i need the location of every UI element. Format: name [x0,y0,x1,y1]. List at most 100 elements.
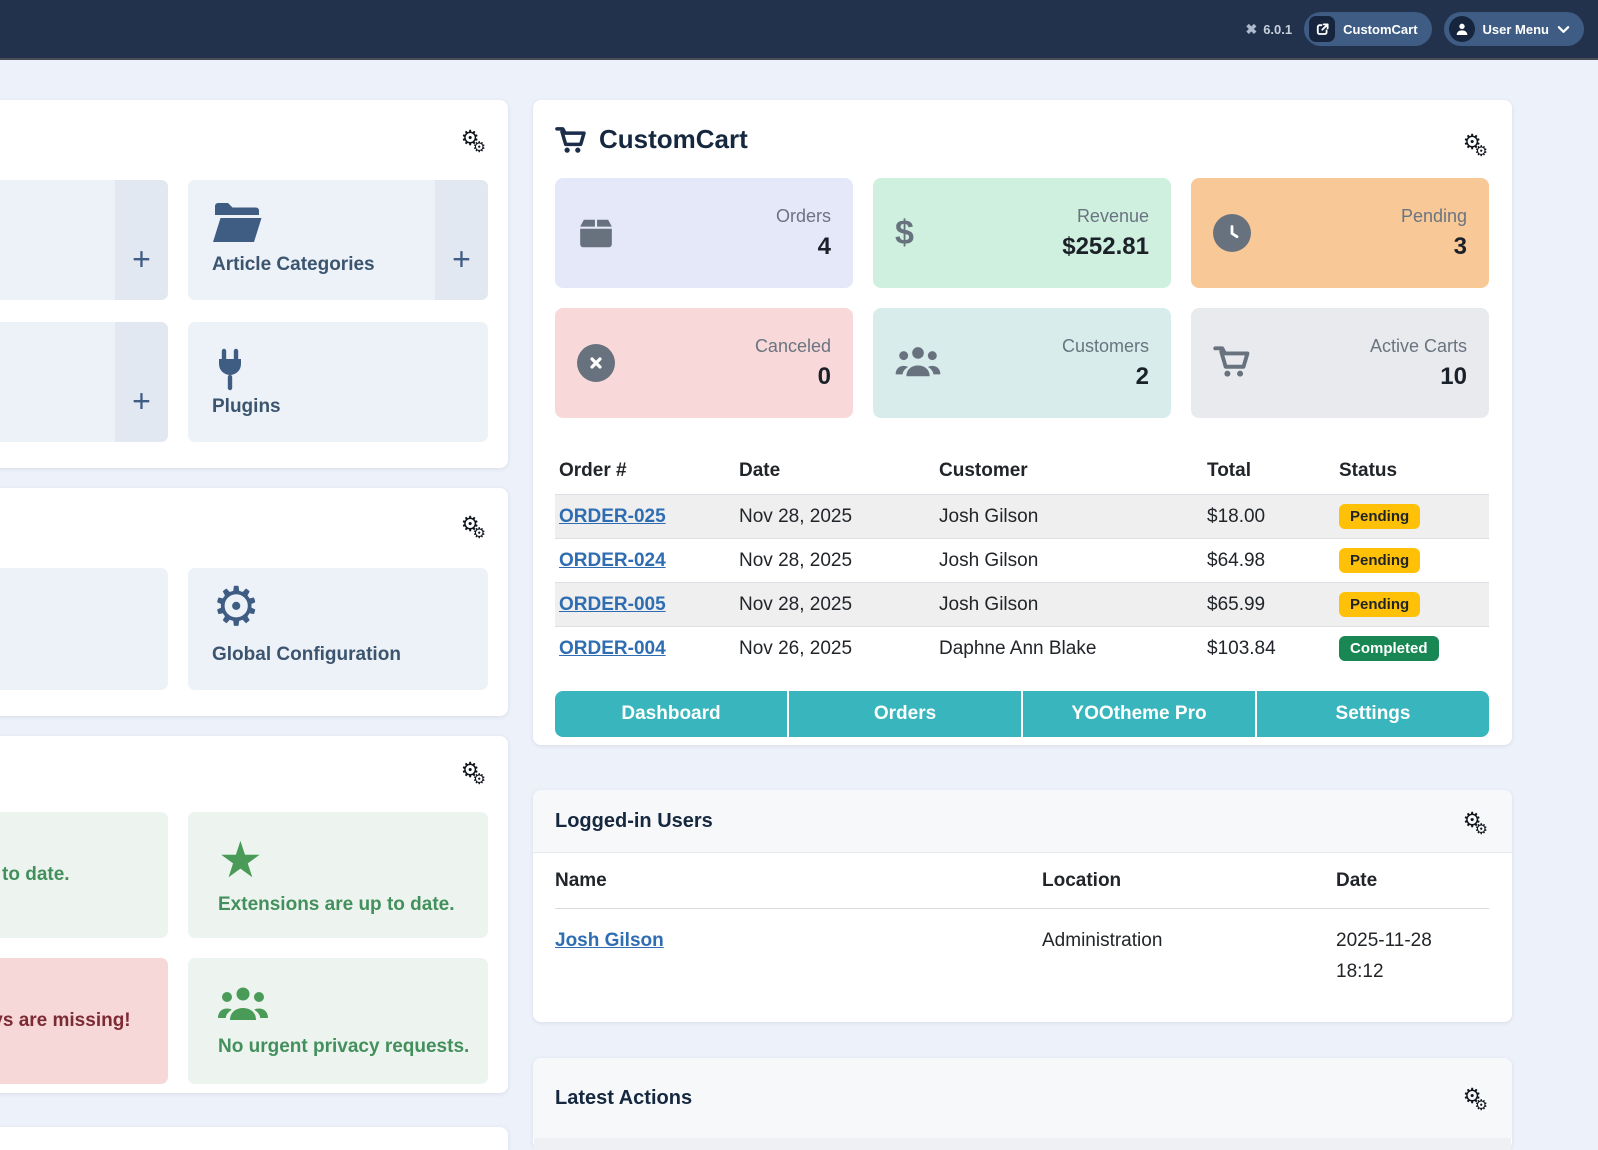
stat-label: Revenue [1062,206,1149,227]
user-link[interactable]: Josh Gilson [555,930,664,951]
order-link[interactable]: ORDER-024 [559,550,666,571]
order-link[interactable]: ORDER-005 [559,594,666,615]
stat-value: 3 [1454,233,1467,260]
stat-label: Customers [1062,336,1149,357]
column-header: Location [1042,852,1336,909]
column-header: Name [555,852,1042,909]
privacy-requests-tile[interactable]: No urgent privacy requests. [188,958,488,1084]
table-header-row: Name Location Date [555,852,1489,909]
user-date: 2025-11-28 18:12 [1336,909,1489,1004]
order-total: $103.84 [1203,627,1335,671]
stat-label: Orders [776,206,831,227]
stats-grid: Orders4 $ Revenue$252.81 Pending3 Cancel… [555,178,1489,418]
column-header: Customer [935,450,1203,495]
settings-button[interactable]: Settings [1257,691,1489,737]
status-badge: Pending [1339,504,1420,529]
column-header: Total [1203,450,1335,495]
dashboard-tile[interactable]: + [0,180,168,300]
orders-table: Order # Date Customer Total Status ORDER… [555,450,1489,670]
tile-label: Article Categories [212,254,375,276]
add-button[interactable]: + [115,180,168,300]
x-circle-icon [577,344,615,382]
stat-label: Pending [1401,206,1467,227]
star-icon: ★ [218,835,488,885]
add-button[interactable]: + [115,322,168,442]
module-settings-icon[interactable]: ⚙⚙ [461,514,486,541]
status-badge: Pending [1339,548,1420,573]
stat-active-carts: Active Carts10 [1191,308,1489,418]
table-row: ORDER-004 Nov 26, 2025 Daphne Ann Blake … [555,627,1489,671]
customcart-nav: Dashboard Orders YOOtheme Pro Settings [555,691,1489,737]
status-text: Extensions are up to date. [218,894,488,916]
dashboard-tile[interactable]: + [0,322,168,442]
users-group-icon [218,984,488,1027]
plugins-tile[interactable]: Plugins [188,322,488,442]
stat-value: 0 [818,363,831,390]
site-quick-icons-card: ⚙⚙ + Article Categories + + Plugins [0,100,508,468]
customcart-panel: CustomCart ⚙⚙ Orders4 $ Revenue$252.81 P… [533,100,1512,745]
stat-value: 10 [1440,363,1467,390]
order-date: Nov 28, 2025 [735,495,935,539]
extensions-status-tile[interactable]: ★ Extensions are up to date. [188,812,488,938]
users-group-icon [895,344,941,383]
article-categories-tile[interactable]: Article Categories + [188,180,488,300]
status-badge: Pending [1339,592,1420,617]
stat-canceled: Canceled 0 [555,308,853,418]
box-icon [577,216,615,250]
user-menu-button[interactable]: User Menu [1444,12,1584,46]
orders-button[interactable]: Orders [789,691,1021,737]
user-location: Administration [1042,909,1336,1004]
keys-missing-tile[interactable]: Keys are missing! [0,958,168,1084]
stat-pending: Pending 3 [1191,178,1489,288]
module-settings-icon[interactable]: ⚙⚙ [1463,1086,1488,1113]
yootheme-pro-button[interactable]: YOOtheme Pro [1023,691,1255,737]
panel-header: Latest Actions [533,1058,1512,1138]
status-text: to date. [2,864,168,886]
customcart-topbar-button[interactable]: CustomCart [1304,12,1431,46]
notifications-card: ⚙⚙ to date. ★ Extensions are up to date.… [0,736,508,1093]
table-row: ORDER-024 Nov 28, 2025 Josh Gilson $64.9… [555,539,1489,583]
table-header-row: Order # Date Customer Total Status [555,450,1489,495]
order-customer: Josh Gilson [935,495,1203,539]
plug-icon [212,348,248,397]
global-configuration-tile[interactable]: ⚙ Global Configuration [188,568,488,690]
stat-label: Canceled [755,336,831,357]
column-header: Date [735,450,935,495]
panel-header: Logged-in Users [533,790,1512,853]
dashboard-button[interactable]: Dashboard [555,691,787,737]
module-settings-icon[interactable]: ⚙⚙ [461,760,486,787]
order-customer: Josh Gilson [935,539,1203,583]
order-link[interactable]: ORDER-025 [559,506,666,527]
user-menu-label: User Menu [1483,22,1549,37]
tile-label: Plugins [212,396,281,418]
table-row: ORDER-025 Nov 28, 2025 Josh Gilson $18.0… [555,495,1489,539]
system-card: ⚙⚙ ⚙ Global Configuration [0,488,508,716]
logged-in-users-panel: Logged-in Users ⚙⚙ Name Location Date Jo… [533,790,1512,1022]
order-total: $65.99 [1203,583,1335,627]
order-total: $64.98 [1203,539,1335,583]
column-header: Date [1336,852,1489,909]
dashboard-tile[interactable] [0,568,168,690]
order-link[interactable]: ORDER-004 [559,638,666,659]
order-date: Nov 28, 2025 [735,539,935,583]
chevron-down-icon [1557,25,1570,34]
top-admin-bar: ✖ 6.0.1 CustomCart User Menu [0,0,1598,60]
dollar-icon: $ [895,214,914,253]
order-date: Nov 28, 2025 [735,583,935,627]
status-text: Keys are missing! [0,1010,168,1032]
tile-label: Global Configuration [212,644,401,666]
time-line: 18:12 [1336,956,1489,987]
panel-title: Latest Actions [555,1087,692,1110]
joomla-update-status-tile[interactable]: to date. [0,812,168,938]
module-settings-icon[interactable]: ⚙⚙ [461,128,486,155]
admin-dashboard: ✖ 6.0.1 CustomCart User Menu ⚙⚙ + Arti [0,0,1598,1150]
cart-icon [1213,344,1251,383]
logged-in-users-table: Name Location Date Josh Gilson Administr… [555,852,1489,1004]
latest-actions-panel: Latest Actions ⚙⚙ [533,1058,1512,1150]
module-settings-icon[interactable]: ⚙⚙ [1463,810,1488,837]
add-button[interactable]: + [435,180,488,300]
module-settings-icon[interactable]: ⚙⚙ [1463,132,1488,159]
stat-value: $252.81 [1062,233,1149,260]
order-customer: Josh Gilson [935,583,1203,627]
joomla-logo-icon: ✖ [1245,21,1257,38]
